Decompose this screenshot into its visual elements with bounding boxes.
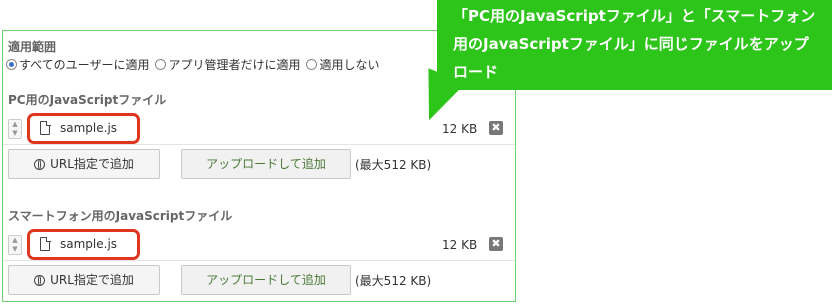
sp-url-add-label: URL指定で追加	[50, 273, 134, 287]
scope-option-label: 適用しない	[319, 58, 380, 72]
pc-url-add-button[interactable]: URL指定で追加	[8, 149, 160, 179]
divider	[3, 144, 515, 145]
scope-option-label: すべてのユーザーに適用	[19, 58, 150, 72]
sp-max-size: (最大512 KB)	[355, 274, 432, 288]
sp-remove-file-button[interactable]: ✖	[489, 237, 503, 251]
sp-url-add-button[interactable]: URL指定で追加	[8, 265, 160, 295]
pc-file-highlight	[27, 113, 140, 144]
drag-handle-icon[interactable]: ▲ ▼	[8, 235, 22, 255]
radio-admins-only[interactable]	[155, 59, 167, 70]
sp-file-size: 12 KB	[442, 238, 478, 252]
scope-radio-group: すべてのユーザーに適用 アプリ管理者だけに適用 適用しない	[6, 56, 385, 73]
globe-icon	[34, 159, 46, 170]
drag-handle-icon[interactable]: ▲ ▼	[8, 119, 22, 139]
pc-remove-file-button[interactable]: ✖	[489, 121, 503, 135]
sp-js-title: スマートフォン用のJavaScriptファイル	[8, 209, 233, 223]
divider	[3, 260, 515, 261]
pc-max-size: (最大512 KB)	[355, 158, 432, 172]
pc-js-title: PC用のJavaScriptファイル	[8, 93, 167, 107]
sp-upload-button[interactable]: アップロードして追加	[181, 265, 351, 295]
scope-option-disabled[interactable]: 適用しない	[306, 56, 379, 73]
callout-bubble: 「PC用のJavaScriptファイル」と「スマートフォン用のJavaScrip…	[437, 0, 832, 90]
scope-option-all-users[interactable]: すべてのユーザーに適用	[6, 56, 149, 73]
sp-file-highlight	[27, 229, 140, 260]
radio-all-users[interactable]	[6, 59, 17, 70]
scope-title: 適用範囲	[8, 40, 57, 54]
radio-disabled[interactable]	[306, 59, 318, 70]
pc-upload-button[interactable]: アップロードして追加	[181, 149, 351, 179]
pc-url-add-label: URL指定で追加	[50, 157, 134, 171]
globe-icon	[34, 275, 46, 286]
scope-option-admins-only[interactable]: アプリ管理者だけに適用	[155, 56, 300, 73]
scope-option-label: アプリ管理者だけに適用	[168, 58, 301, 72]
callout-text: 「PC用のJavaScriptファイル」と「スマートフォン用のJavaScrip…	[453, 7, 816, 81]
